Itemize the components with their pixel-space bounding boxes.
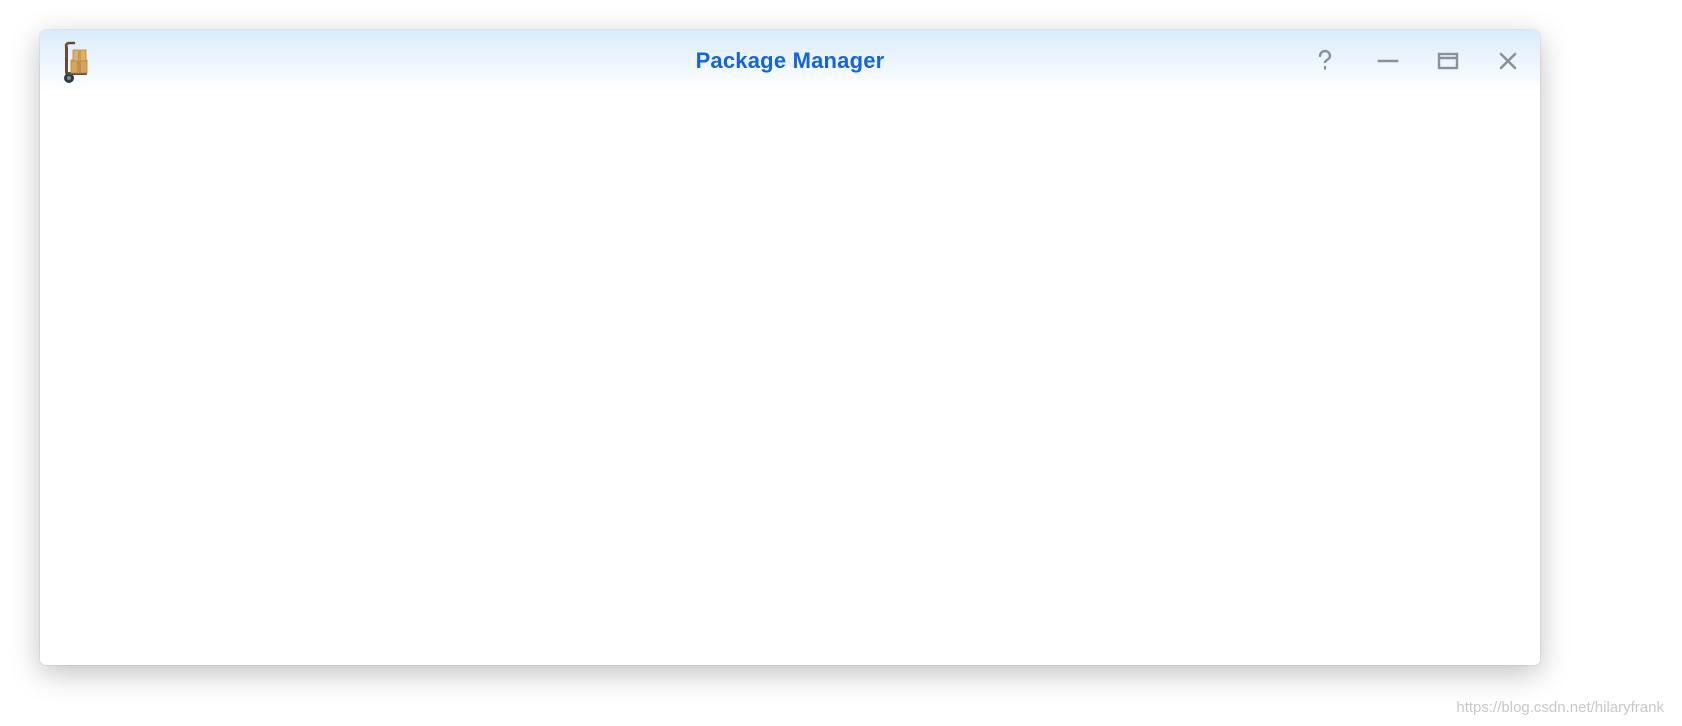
package-manager-window: Package Manager	[40, 30, 1540, 665]
titlebar[interactable]: Package Manager	[40, 30, 1540, 92]
package-manager-icon	[58, 37, 106, 85]
window-title: Package Manager	[696, 48, 885, 74]
close-button[interactable]	[1494, 47, 1522, 75]
watermark: https://blog.csdn.net/hilaryfrank	[1456, 699, 1664, 716]
help-button[interactable]	[1314, 47, 1342, 75]
window-content	[40, 92, 1540, 665]
window-controls	[1314, 47, 1522, 75]
minimize-button[interactable]	[1374, 47, 1402, 75]
maximize-button[interactable]	[1434, 47, 1462, 75]
